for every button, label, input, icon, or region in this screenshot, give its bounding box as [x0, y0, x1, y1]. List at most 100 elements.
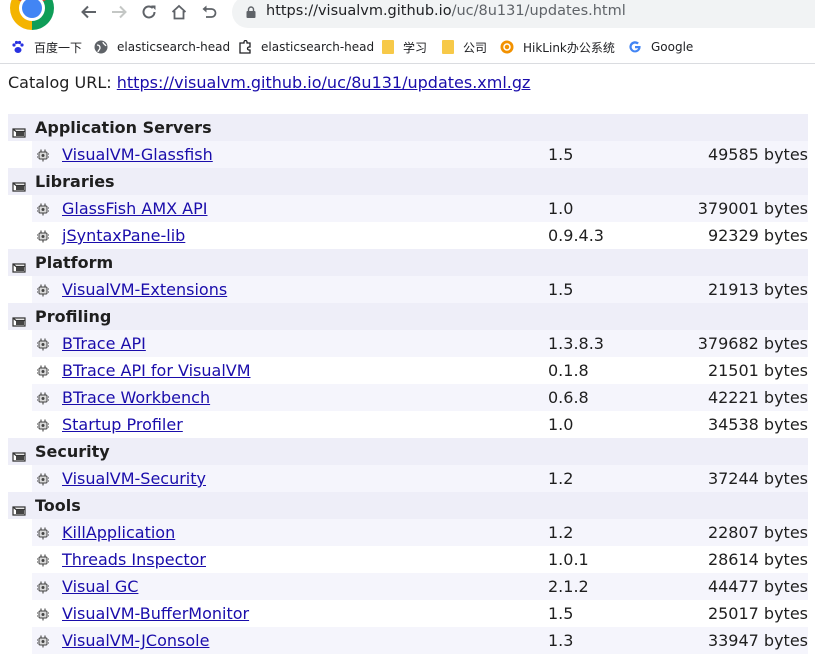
address-bar[interactable]: https://visualvm.github.io/uc/8u131/upda… [232, 0, 815, 28]
forward-button[interactable] [108, 1, 130, 23]
url-domain: https://visualvm.github.io [266, 3, 452, 19]
plugin-size: 34538 bytes [668, 411, 808, 438]
plugin-name-link[interactable]: BTrace API [62, 334, 146, 353]
url-text: https://visualvm.github.io/uc/8u131/upda… [266, 3, 626, 19]
plugin-row: Threads Inspector 1.0.1 28614 bytes [8, 546, 808, 573]
plugin-name-link[interactable]: VisualVM-Glassfish [62, 145, 213, 164]
plugin-version: 1.5 [548, 600, 668, 627]
plugin-name-link[interactable]: GlassFish AMX API [62, 199, 207, 218]
plugin-version: 1.3 [548, 627, 668, 654]
plugin-version: 1.0 [548, 411, 668, 438]
plugin-row: jSyntaxPane-lib 0.9.4.3 92329 bytes [8, 222, 808, 249]
bookmark-folder-study[interactable]: 学习 [382, 39, 427, 55]
bookmark-google[interactable]: Google [628, 39, 693, 55]
plugin-version: 0.1.8 [548, 357, 668, 384]
lock-icon [246, 6, 256, 18]
home-icon [171, 4, 187, 20]
plugin-size: 44477 bytes [668, 573, 808, 600]
globe-icon [94, 40, 108, 54]
undo-icon [202, 5, 217, 18]
bookmark-label: elasticsearch-head [261, 40, 375, 54]
category-label: Platform [35, 253, 114, 272]
bookmark-folder-company[interactable]: 公司 [442, 39, 487, 55]
plugin-icon [36, 336, 50, 350]
category-row: Profiling [8, 303, 808, 330]
plugin-icon [36, 606, 50, 620]
category-folder-icon [12, 447, 26, 462]
plugin-size: 92329 bytes [668, 222, 808, 249]
plugin-row: VisualVM-Security 1.2 37244 bytes [8, 465, 808, 492]
plugin-icon [36, 417, 50, 431]
google-icon [628, 40, 642, 54]
category-row: Security [8, 438, 808, 465]
plugin-name-link[interactable]: Startup Profiler [62, 415, 183, 434]
plugin-size: 379682 bytes [668, 330, 808, 357]
bookmark-hiklink[interactable]: HikLink办公系统 [500, 39, 615, 55]
plugin-row: BTrace API 1.3.8.3 379682 bytes [8, 330, 808, 357]
plugin-icon [36, 201, 50, 215]
plugin-size: 42221 bytes [668, 384, 808, 411]
plugin-version: 0.6.8 [548, 384, 668, 411]
plugin-icon [36, 147, 50, 161]
plugin-version: 1.5 [548, 141, 668, 168]
plugin-icon [36, 471, 50, 485]
plugin-name-link[interactable]: Visual GC [62, 577, 138, 596]
plugin-size: 28614 bytes [668, 546, 808, 573]
plugin-icon [36, 525, 50, 539]
arrow-left-icon [81, 5, 96, 19]
plugin-version: 1.0.1 [548, 546, 668, 573]
plugin-size: 33947 bytes [668, 627, 808, 654]
plugin-version: 1.3.8.3 [548, 330, 668, 357]
bookmark-label: HikLink办公系统 [523, 40, 615, 55]
home-button[interactable] [168, 1, 190, 23]
bookmark-elasticsearch-head-1[interactable]: elasticsearch-head [94, 39, 230, 55]
plugin-size: 21913 bytes [668, 276, 808, 303]
plugin-name-link[interactable]: BTrace API for VisualVM [62, 361, 251, 380]
plugin-name-link[interactable]: jSyntaxPane-lib [62, 226, 185, 245]
category-label: Application Servers [35, 118, 212, 137]
reload-button[interactable] [138, 1, 160, 23]
reload-icon [142, 5, 156, 19]
bookmark-baidu[interactable]: 百度一下 [11, 39, 82, 55]
plugin-size: 37244 bytes [668, 465, 808, 492]
category-folder-icon [12, 501, 26, 516]
plugin-icon [36, 552, 50, 566]
plugin-icon [36, 633, 50, 647]
plugin-name-link[interactable]: VisualVM-Extensions [62, 280, 227, 299]
plugin-icon [36, 579, 50, 593]
plugin-size: 22807 bytes [668, 519, 808, 546]
catalog-url-link[interactable]: https://visualvm.github.io/uc/8u131/upda… [117, 73, 531, 92]
plugin-icon [36, 228, 50, 242]
undo-button[interactable] [198, 1, 220, 23]
url-path: /uc/8u131/updates.html [451, 3, 626, 19]
bookmark-label: 百度一下 [34, 40, 83, 55]
bookmark-elasticsearch-head-2[interactable]: elasticsearch-head [238, 39, 374, 55]
catalog-label: Catalog URL: [8, 73, 112, 92]
category-row: Tools [8, 492, 808, 519]
plugin-row: VisualVM-Glassfish 1.5 49585 bytes [8, 141, 808, 168]
category-row: Platform [8, 249, 808, 276]
plugin-name-link[interactable]: VisualVM-JConsole [62, 631, 209, 650]
category-folder-icon [12, 258, 26, 273]
back-button[interactable] [78, 1, 100, 23]
plugin-name-link[interactable]: VisualVM-BufferMonitor [62, 604, 249, 623]
plugin-row: KillApplication 1.2 22807 bytes [8, 519, 808, 546]
plugin-size: 25017 bytes [668, 600, 808, 627]
baidu-paw-icon [11, 40, 25, 54]
category-folder-icon [12, 177, 26, 192]
category-folder-icon [12, 123, 26, 138]
plugin-name-link[interactable]: VisualVM-Security [62, 469, 206, 488]
plugin-name-link[interactable]: BTrace Workbench [62, 388, 210, 407]
plugin-size: 21501 bytes [668, 357, 808, 384]
plugin-row: BTrace API for VisualVM 0.1.8 21501 bytes [8, 357, 808, 384]
category-label: Tools [35, 496, 81, 515]
plugin-name-link[interactable]: KillApplication [62, 523, 175, 542]
folder-icon [442, 40, 454, 54]
bookmark-label: elasticsearch-head [117, 40, 231, 54]
plugin-name-link[interactable]: Threads Inspector [62, 550, 206, 569]
plugin-version: 1.2 [548, 465, 668, 492]
plugin-version: 1.0 [548, 195, 668, 222]
plugin-version: 2.1.2 [548, 573, 668, 600]
plugin-row: VisualVM-BufferMonitor 1.5 25017 bytes [8, 600, 808, 627]
plugin-icon [36, 282, 50, 296]
